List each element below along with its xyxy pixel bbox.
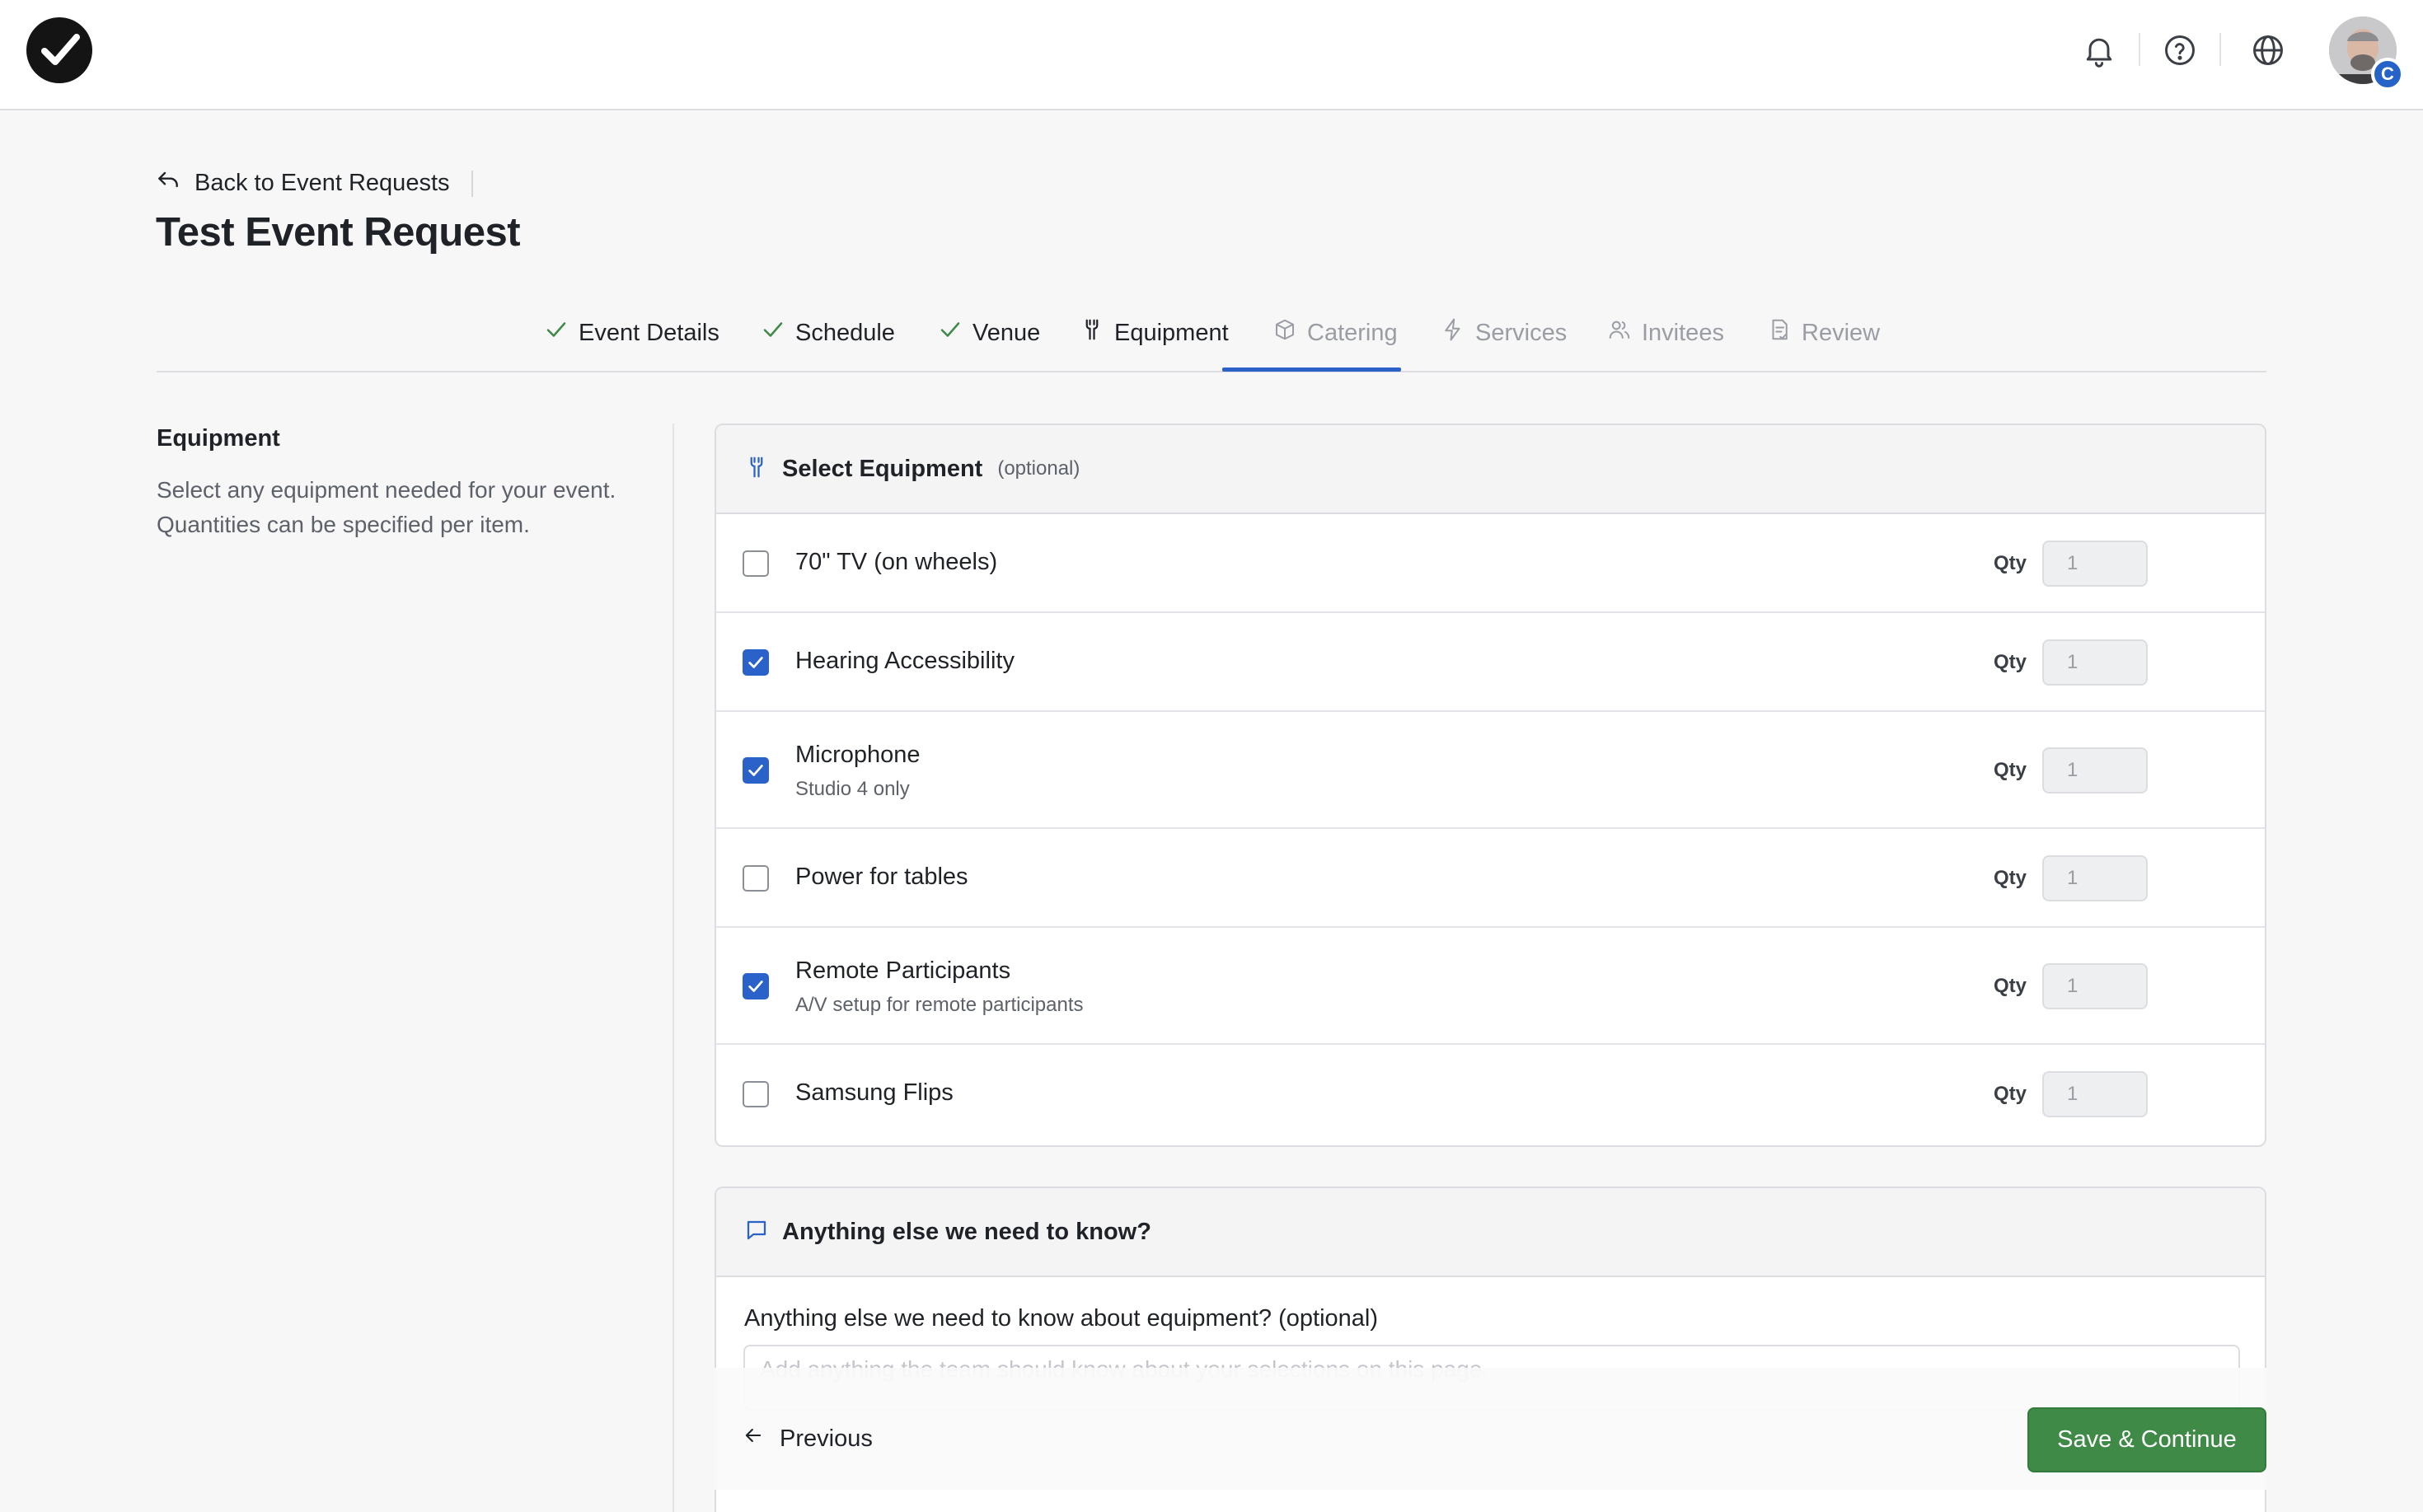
equipment-row[interactable]: Power for tables Qty 1 [716, 829, 2265, 928]
tab-catering[interactable]: Catering [1272, 315, 1398, 351]
previous-button[interactable]: Previous [742, 1422, 873, 1455]
tab-label: Equipment [1114, 319, 1229, 346]
previous-label: Previous [780, 1425, 873, 1452]
tab-review[interactable]: Review [1767, 315, 1880, 351]
tab-label: Invitees [1642, 319, 1724, 346]
help-circle-icon[interactable] [2162, 32, 2198, 68]
wrench-icon [744, 455, 769, 484]
active-tab-indicator [1222, 367, 1401, 372]
save-and-continue-button[interactable]: Save & Continue [2027, 1407, 2266, 1472]
equipment-row[interactable]: Remote Participants A/V setup for remote… [716, 928, 2265, 1045]
qty-input[interactable]: 1 [2042, 747, 2148, 793]
equipment-checkbox[interactable] [743, 649, 769, 676]
tab-label: Review [1802, 319, 1881, 346]
select-equipment-card: Select Equipment (optional) 70" TV (on w… [715, 424, 2266, 1147]
equipment-name: 70" TV (on wheels) [795, 549, 998, 575]
check-icon [544, 317, 569, 349]
optional-tag: (optional) [997, 457, 1080, 480]
header-divider [2219, 33, 2221, 66]
reply-arrow-icon [155, 166, 181, 199]
equipment-subtitle: A/V setup for remote participants [795, 994, 1084, 1016]
chat-bubble-icon [744, 1218, 769, 1247]
step-tabs: Event Details Schedule Venue Equipment C… [157, 302, 2266, 372]
back-link-label: Back to Event Requests [194, 169, 450, 196]
qty-label: Qty [1994, 1083, 2027, 1105]
check-icon [938, 317, 963, 349]
lightning-icon [1441, 317, 1465, 349]
tab-label: Services [1475, 319, 1568, 346]
equipment-checkbox[interactable] [743, 550, 769, 577]
check-icon [761, 317, 785, 349]
section-description: Select any equipment needed for your eve… [157, 477, 616, 537]
equipment-row[interactable]: 70" TV (on wheels) Qty 1 [716, 514, 2265, 613]
equipment-checkbox[interactable] [743, 865, 769, 892]
equipment-row[interactable]: Hearing Accessibility Qty 1 [716, 613, 2265, 712]
document-icon [1767, 317, 1792, 349]
qty-input[interactable]: 1 [2042, 855, 2148, 901]
checkmark-logo[interactable] [26, 17, 92, 83]
tab-event-details[interactable]: Event Details [544, 315, 719, 351]
tab-label: Event Details [579, 319, 719, 346]
tab-invitees[interactable]: Invitees [1607, 315, 1724, 351]
equipment-row[interactable]: Microphone Studio 4 only Qty 1 [716, 712, 2265, 829]
equipment-row[interactable]: Samsung Flips Qty 1 [716, 1045, 2265, 1144]
card-header: Anything else we need to know? [716, 1188, 2265, 1277]
page-title: Test Event Request [156, 210, 521, 255]
equipment-checkbox[interactable] [743, 1081, 769, 1107]
tab-equipment[interactable]: Equipment [1080, 315, 1229, 351]
qty-label: Qty [1994, 759, 2027, 781]
people-icon [1607, 317, 1632, 349]
qty-input[interactable]: 1 [2042, 1071, 2148, 1117]
tab-venue[interactable]: Venue [938, 315, 1040, 351]
globe-icon[interactable] [2250, 32, 2286, 68]
back-to-event-requests-link[interactable]: Back to Event Requests [155, 166, 450, 199]
notes-field-label: Anything else we need to know about equi… [744, 1305, 1379, 1332]
section-title: Equipment [157, 425, 280, 452]
card-title: Select Equipment [782, 455, 983, 482]
equipment-checkbox[interactable] [743, 757, 769, 784]
bell-icon[interactable] [2081, 32, 2117, 68]
equipment-subtitle: Studio 4 only [795, 778, 910, 800]
tab-label: Venue [972, 319, 1041, 346]
equipment-name: Samsung Flips [795, 1079, 954, 1106]
qty-label: Qty [1994, 552, 2027, 574]
qty-label: Qty [1994, 651, 2027, 673]
breadcrumb-divider [471, 171, 473, 197]
qty-label: Qty [1994, 975, 2027, 997]
qty-input[interactable]: 1 [2042, 639, 2148, 686]
qty-input[interactable]: 1 [2042, 963, 2148, 1009]
tab-label: Catering [1307, 319, 1398, 346]
top-bar: C [0, 0, 2423, 110]
equipment-name: Power for tables [795, 864, 968, 890]
wrench-icon [1080, 317, 1104, 349]
tab-services[interactable]: Services [1441, 315, 1567, 351]
tab-label: Schedule [795, 319, 895, 346]
tab-schedule[interactable]: Schedule [761, 315, 895, 351]
box-icon [1272, 317, 1297, 349]
card-header: Select Equipment (optional) [716, 425, 2265, 514]
card-title: Anything else we need to know? [782, 1218, 1151, 1245]
qty-label: Qty [1994, 867, 2027, 889]
equipment-name: Remote Participants [795, 957, 1011, 984]
equipment-name: Hearing Accessibility [795, 648, 1015, 674]
equipment-checkbox[interactable] [743, 973, 769, 999]
equipment-name: Microphone [795, 742, 921, 768]
header-divider [2139, 33, 2140, 66]
column-divider [673, 424, 674, 1512]
arrow-left-icon [742, 1424, 765, 1453]
avatar-badge: C [2371, 58, 2404, 91]
qty-input[interactable]: 1 [2042, 541, 2148, 587]
